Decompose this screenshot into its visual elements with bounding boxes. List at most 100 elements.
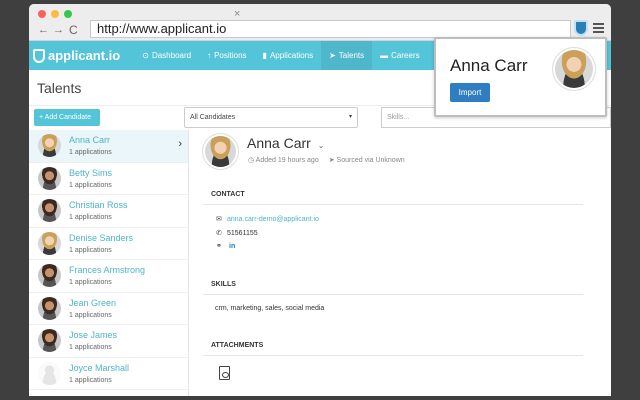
clock-icon: ◷ [248, 157, 256, 164]
candidate-item-jean-green[interactable]: Jean Green 1 applications [29, 293, 188, 325]
send-icon: ➤ [328, 157, 337, 164]
nav-item-dashboard[interactable]: ⊙ Dashboard [134, 41, 199, 70]
nav-item-talents[interactable]: ➤ Talents [321, 41, 373, 70]
talents-content: Anna Carr 1 applications › Betty Sims 1 … [29, 130, 611, 396]
maximize-window-icon[interactable] [64, 10, 72, 18]
candidate-name: Betty Sims [69, 167, 113, 178]
skills-heading: SKILLS [211, 281, 236, 288]
avatar [555, 50, 593, 88]
link-icon: ⚭ [216, 243, 222, 250]
brand-logo[interactable]: applicant.io [33, 48, 120, 63]
candidate-applications: 1 applications [69, 181, 112, 189]
candidate-applications: 1 applications [69, 214, 112, 221]
candidate-detail: Anna Carr ⌄ ◷ Added 19 hours ago ➤ Sourc… [201, 130, 611, 396]
chevron-down-icon: ⌄ [317, 141, 325, 150]
nav-menu: ⊙ Dashboard ↑ Positions ▮ Applications ➤… [134, 41, 427, 70]
nav-label: Applications [269, 51, 314, 60]
nav-item-positions[interactable]: ↑ Positions [199, 41, 254, 70]
caret-down-icon: ▾ [348, 114, 352, 120]
pdf-file-icon[interactable] [219, 366, 230, 380]
files-icon: ▮ [262, 51, 267, 60]
nav-label: Positions [214, 51, 247, 60]
candidate-item-frances-armstrong[interactable]: Frances Armstrong 1 applications [29, 260, 188, 293]
avatar [205, 136, 236, 167]
tab-close-icon[interactable]: × [234, 8, 240, 20]
back-icon[interactable]: ← [38, 24, 49, 36]
candidate-name: Anna Carr [69, 135, 111, 145]
phone-row: ✆ 51561155 [216, 229, 258, 238]
avatar [38, 134, 61, 157]
import-button[interactable]: Import [450, 83, 490, 102]
applicant-extension-icon[interactable] [574, 20, 588, 36]
browser-toolbar: × ← → C http://www.applicant.io [29, 4, 611, 41]
nav-label: Talents [338, 51, 365, 60]
send-icon: ➤ [329, 51, 336, 60]
candidate-name: Jose James [69, 330, 118, 340]
candidate-name: Frances Armstrong [69, 265, 146, 275]
nav-item-careers[interactable]: ▬ Careers [372, 41, 427, 70]
arrow-up-icon: ↑ [207, 51, 212, 60]
address-bar[interactable]: http://www.applicant.io [90, 20, 571, 38]
nav-label: Dashboard [151, 51, 192, 60]
candidate-name: Christian Ross [69, 200, 128, 210]
extension-popup: Anna Carr Import [434, 37, 607, 117]
candidate-name: Anna Carr [247, 135, 311, 151]
divider [203, 294, 583, 295]
source-text: Sourced via Unknown [336, 157, 405, 164]
divider [203, 204, 583, 205]
browser-menu-icon[interactable] [593, 23, 604, 33]
candidate-item-betty-sims[interactable]: Betty Sims 1 applications [29, 163, 188, 195]
avatar [38, 166, 61, 190]
candidate-item-christian-ross[interactable]: Christian Ross 1 applications [29, 195, 188, 228]
candidate-applications: 1 applications [69, 311, 112, 319]
forward-icon[interactable]: → [53, 24, 64, 36]
candidate-name-dropdown[interactable]: Anna Carr ⌄ [247, 135, 324, 151]
candidate-applications: 1 applications [69, 344, 112, 351]
candidate-item-anna-carr[interactable]: Anna Carr 1 applications › [29, 130, 188, 163]
popup-candidate-name: Anna Carr [450, 56, 528, 75]
contact-heading: CONTACT [211, 191, 245, 198]
phone-icon: ✆ [216, 230, 222, 237]
divider [203, 355, 583, 356]
added-time: ◷ Added 19 hours ago [248, 156, 319, 164]
phone-number: 51561155 [227, 229, 258, 237]
email-link[interactable]: anna.carr-demo@applicant.io [227, 216, 319, 223]
avatar [38, 264, 61, 287]
candidate-item-jose-james[interactable]: Jose James 1 applications [29, 325, 188, 358]
close-window-icon[interactable] [38, 10, 46, 18]
candidate-filter-select[interactable]: All Candidates ▾ [184, 107, 358, 128]
candidate-item-joyce-marshall[interactable]: Joyce Marshall 1 applications [29, 358, 188, 390]
nav-item-applications[interactable]: ▮ Applications [255, 41, 322, 70]
email-row: ✉ anna.carr-demo@applicant.io [216, 215, 319, 224]
links-row: ⚭ in [216, 242, 235, 251]
candidate-name: Joyce Marshall [69, 362, 130, 373]
skills-list: crm, marketing, sales, social media [215, 305, 325, 312]
page-title: Talents [37, 80, 82, 96]
add-candidate-button[interactable]: + Add Candidate [34, 109, 100, 126]
candidate-applications: 1 applications [69, 376, 112, 384]
candidate-list: Anna Carr 1 applications › Betty Sims 1 … [29, 130, 189, 396]
candidate-meta: ◷ Added 19 hours ago ➤ Sourced via Unkno… [248, 156, 405, 164]
avatar [38, 329, 61, 352]
attachments-heading: ATTACHMENTS [211, 342, 264, 349]
source: ➤ Sourced via Unknown [329, 156, 405, 164]
candidate-item-denise-sanders[interactable]: Denise Sanders 1 applications [29, 228, 188, 260]
avatar [38, 296, 61, 320]
avatar [38, 231, 61, 255]
avatar-placeholder [38, 361, 61, 385]
brand-name: applicant.io [48, 48, 121, 63]
candidate-applications: 1 applications [69, 246, 112, 254]
candidate-applications: 1 applications [69, 279, 112, 286]
candidate-name: Denise Sanders [69, 232, 134, 243]
avatar [38, 199, 61, 222]
briefcase-icon: ▬ [380, 51, 389, 60]
select-value: All Candidates [190, 114, 236, 121]
linkedin-icon[interactable]: in [229, 243, 235, 250]
dashboard-icon: ⊙ [142, 51, 149, 60]
reload-icon[interactable]: C [69, 23, 78, 37]
candidate-name: Jean Green [69, 297, 117, 308]
envelope-icon: ✉ [216, 216, 222, 223]
added-text: Added 19 hours ago [255, 157, 319, 164]
minimize-window-icon[interactable] [51, 10, 59, 18]
chevron-right-icon: › [178, 138, 182, 150]
